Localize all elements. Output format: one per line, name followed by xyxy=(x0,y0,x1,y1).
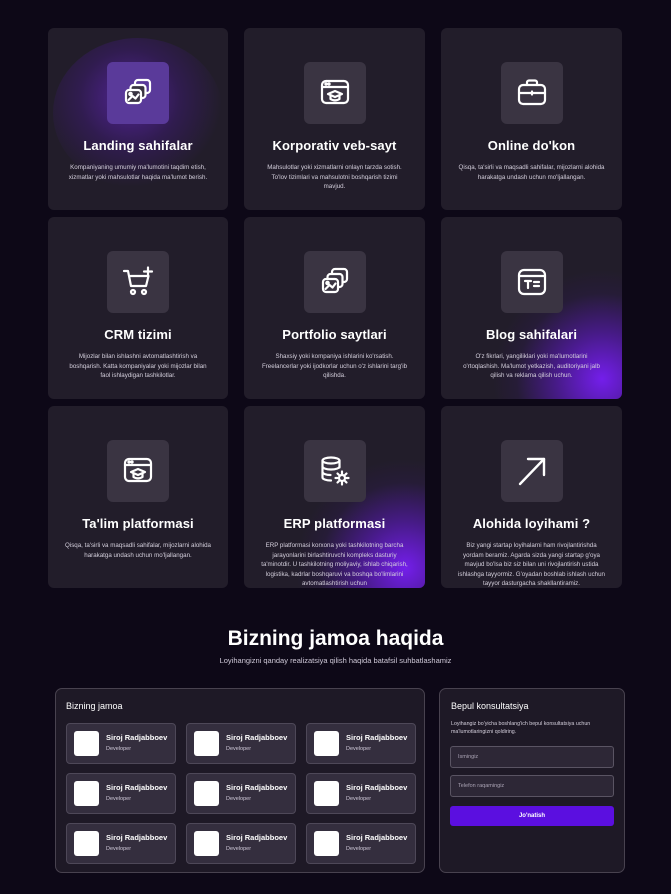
member-role: Developer xyxy=(346,846,372,852)
member-role: Developer xyxy=(346,796,372,802)
service-card[interactable]: Korporativ veb-sayt Mahsulotlar yoki xizm… xyxy=(244,28,425,210)
team-panel: Bizning jamoa Siroj Radjabboev Developer S… xyxy=(55,688,425,873)
cart-plus-icon xyxy=(107,251,169,313)
service-card-description: Mahsulotlar yoki xizmatlarni onlayn tarz… xyxy=(267,164,402,190)
browser-graduation-icon xyxy=(303,62,366,124)
team-member-card[interactable]: Siroj Radjabboev Developer xyxy=(306,723,416,764)
avatar xyxy=(74,731,99,756)
browser-graduation-icon xyxy=(107,440,169,502)
phone-input[interactable]: Telefon raqamingiz xyxy=(450,775,614,797)
consultation-title: Bepul konsultatsiya xyxy=(451,701,529,711)
member-name: Siroj Radjabboev xyxy=(346,833,408,842)
member-name: Siroj Radjabboev xyxy=(346,733,408,742)
member-name: Siroj Radjabboev xyxy=(106,733,168,742)
member-role: Developer xyxy=(106,796,132,802)
team-section-title: Bizning jamoa haqida xyxy=(227,627,444,650)
team-member-card[interactable]: Siroj Radjabboev Developer xyxy=(186,723,296,764)
member-name: Siroj Radjabboev xyxy=(106,783,168,792)
team-section-subtitle: Loyihangizni qanday realizatsiya qilish … xyxy=(219,656,452,665)
text-card-icon xyxy=(500,251,563,313)
avatar xyxy=(194,731,219,756)
submit-button[interactable]: Jo'natish xyxy=(450,806,614,826)
member-role: Developer xyxy=(106,846,132,852)
team-member-card[interactable]: Siroj Radjabboev Developer xyxy=(66,773,176,814)
member-name: Siroj Radjabboev xyxy=(226,833,288,842)
member-role: Developer xyxy=(226,796,252,802)
consultation-text: Loyihangiz bo'yicha boshlang'ich bepul k… xyxy=(451,721,591,735)
service-card-title: ERP platformasi xyxy=(283,516,386,531)
service-card-description: Kompaniyaning umumiy ma'lumotini taqdim … xyxy=(68,164,208,181)
service-card-description: Qisqa, ta'sirli va maqsadli sahifalar, m… xyxy=(65,542,211,559)
avatar xyxy=(194,781,219,806)
team-member-card[interactable]: Siroj Radjabboev Developer xyxy=(186,773,296,814)
service-card[interactable]: ERP platformasi ERP platformasi korxona y… xyxy=(244,406,425,588)
member-name: Siroj Radjabboev xyxy=(226,783,288,792)
database-gear-icon xyxy=(303,440,366,502)
team-member-card[interactable]: Siroj Radjabboev Developer xyxy=(66,823,176,864)
service-card-title: Korporativ veb-sayt xyxy=(272,138,397,153)
service-card-description: Mijozlar bilan ishlashni avtomatlashtiri… xyxy=(69,353,207,379)
services-grid: Landing sahifalar Kompaniyaning umumiy ma… xyxy=(48,28,622,588)
avatar xyxy=(74,781,99,806)
team-member-card[interactable]: Siroj Radjabboev Developer xyxy=(186,823,296,864)
service-card-title: CRM tizimi xyxy=(104,327,172,342)
service-card[interactable]: Blog sahifalari O'z fikrlari, yangiliklar… xyxy=(441,217,622,399)
service-card-description: O'z fikrlari, yangiliklari yoki ma'lumot… xyxy=(463,353,600,379)
service-card[interactable]: CRM tizimi Mijozlar bilan ishlashni avtom… xyxy=(48,217,228,399)
service-card-title: Landing sahifalar xyxy=(83,138,193,153)
service-card[interactable]: Ta'lim platformasi Qisqa, ta'sirli va maq… xyxy=(48,406,228,588)
service-card-description: Shaxsiy yoki kompaniya ishlarini ko'rsat… xyxy=(261,353,408,379)
member-role: Developer xyxy=(346,746,372,752)
service-card-title: Online do'kon xyxy=(487,138,576,153)
arrow-up-right-icon xyxy=(500,440,563,502)
avatar xyxy=(314,831,339,856)
member-name: Siroj Radjabboev xyxy=(106,833,168,842)
avatar xyxy=(314,781,339,806)
member-role: Developer xyxy=(226,846,252,852)
service-card-description: Biz yangi startap loyihalarni ham rivojl… xyxy=(457,542,606,587)
service-card-title: Portfolio saytlari xyxy=(282,327,387,342)
layers-image-icon xyxy=(303,251,366,313)
service-card[interactable]: Online do'kon Qisqa, ta'sirli va maqsadli… xyxy=(441,28,622,210)
service-card-title: Alohida loyihami ? xyxy=(472,516,591,531)
service-card[interactable]: Landing sahifalar Kompaniyaning umumiy ma… xyxy=(48,28,228,210)
team-grid: Siroj Radjabboev Developer Siroj Radjabboe… xyxy=(66,723,416,864)
team-member-card[interactable]: Siroj Radjabboev Developer xyxy=(66,723,176,764)
name-input[interactable]: Ismingiz xyxy=(450,746,614,768)
service-card-title: Ta'lim platformasi xyxy=(82,516,194,531)
avatar xyxy=(314,731,339,756)
member-role: Developer xyxy=(226,746,252,752)
avatar xyxy=(74,831,99,856)
team-member-card[interactable]: Siroj Radjabboev Developer xyxy=(306,773,416,814)
avatar xyxy=(194,831,219,856)
member-role: Developer xyxy=(106,746,132,752)
service-card-title: Blog sahifalari xyxy=(485,327,578,342)
service-card-description: Qisqa, ta'sirli va maqsadli sahifalar, m… xyxy=(458,164,605,181)
briefcase-icon xyxy=(500,62,563,124)
layers-image-icon xyxy=(107,62,169,124)
team-panel-title: Bizning jamoa xyxy=(66,701,123,711)
service-card[interactable]: Portfolio saytlari Shaxsiy yoki kompaniya… xyxy=(244,217,425,399)
member-name: Siroj Radjabboev xyxy=(226,733,288,742)
team-member-card[interactable]: Siroj Radjabboev Developer xyxy=(306,823,416,864)
service-card[interactable]: Alohida loyihami ? Biz yangi startap loyi… xyxy=(441,406,622,588)
service-card-description: ERP platformasi korxona yoki tashkilotni… xyxy=(261,542,408,587)
member-name: Siroj Radjabboev xyxy=(346,783,408,792)
